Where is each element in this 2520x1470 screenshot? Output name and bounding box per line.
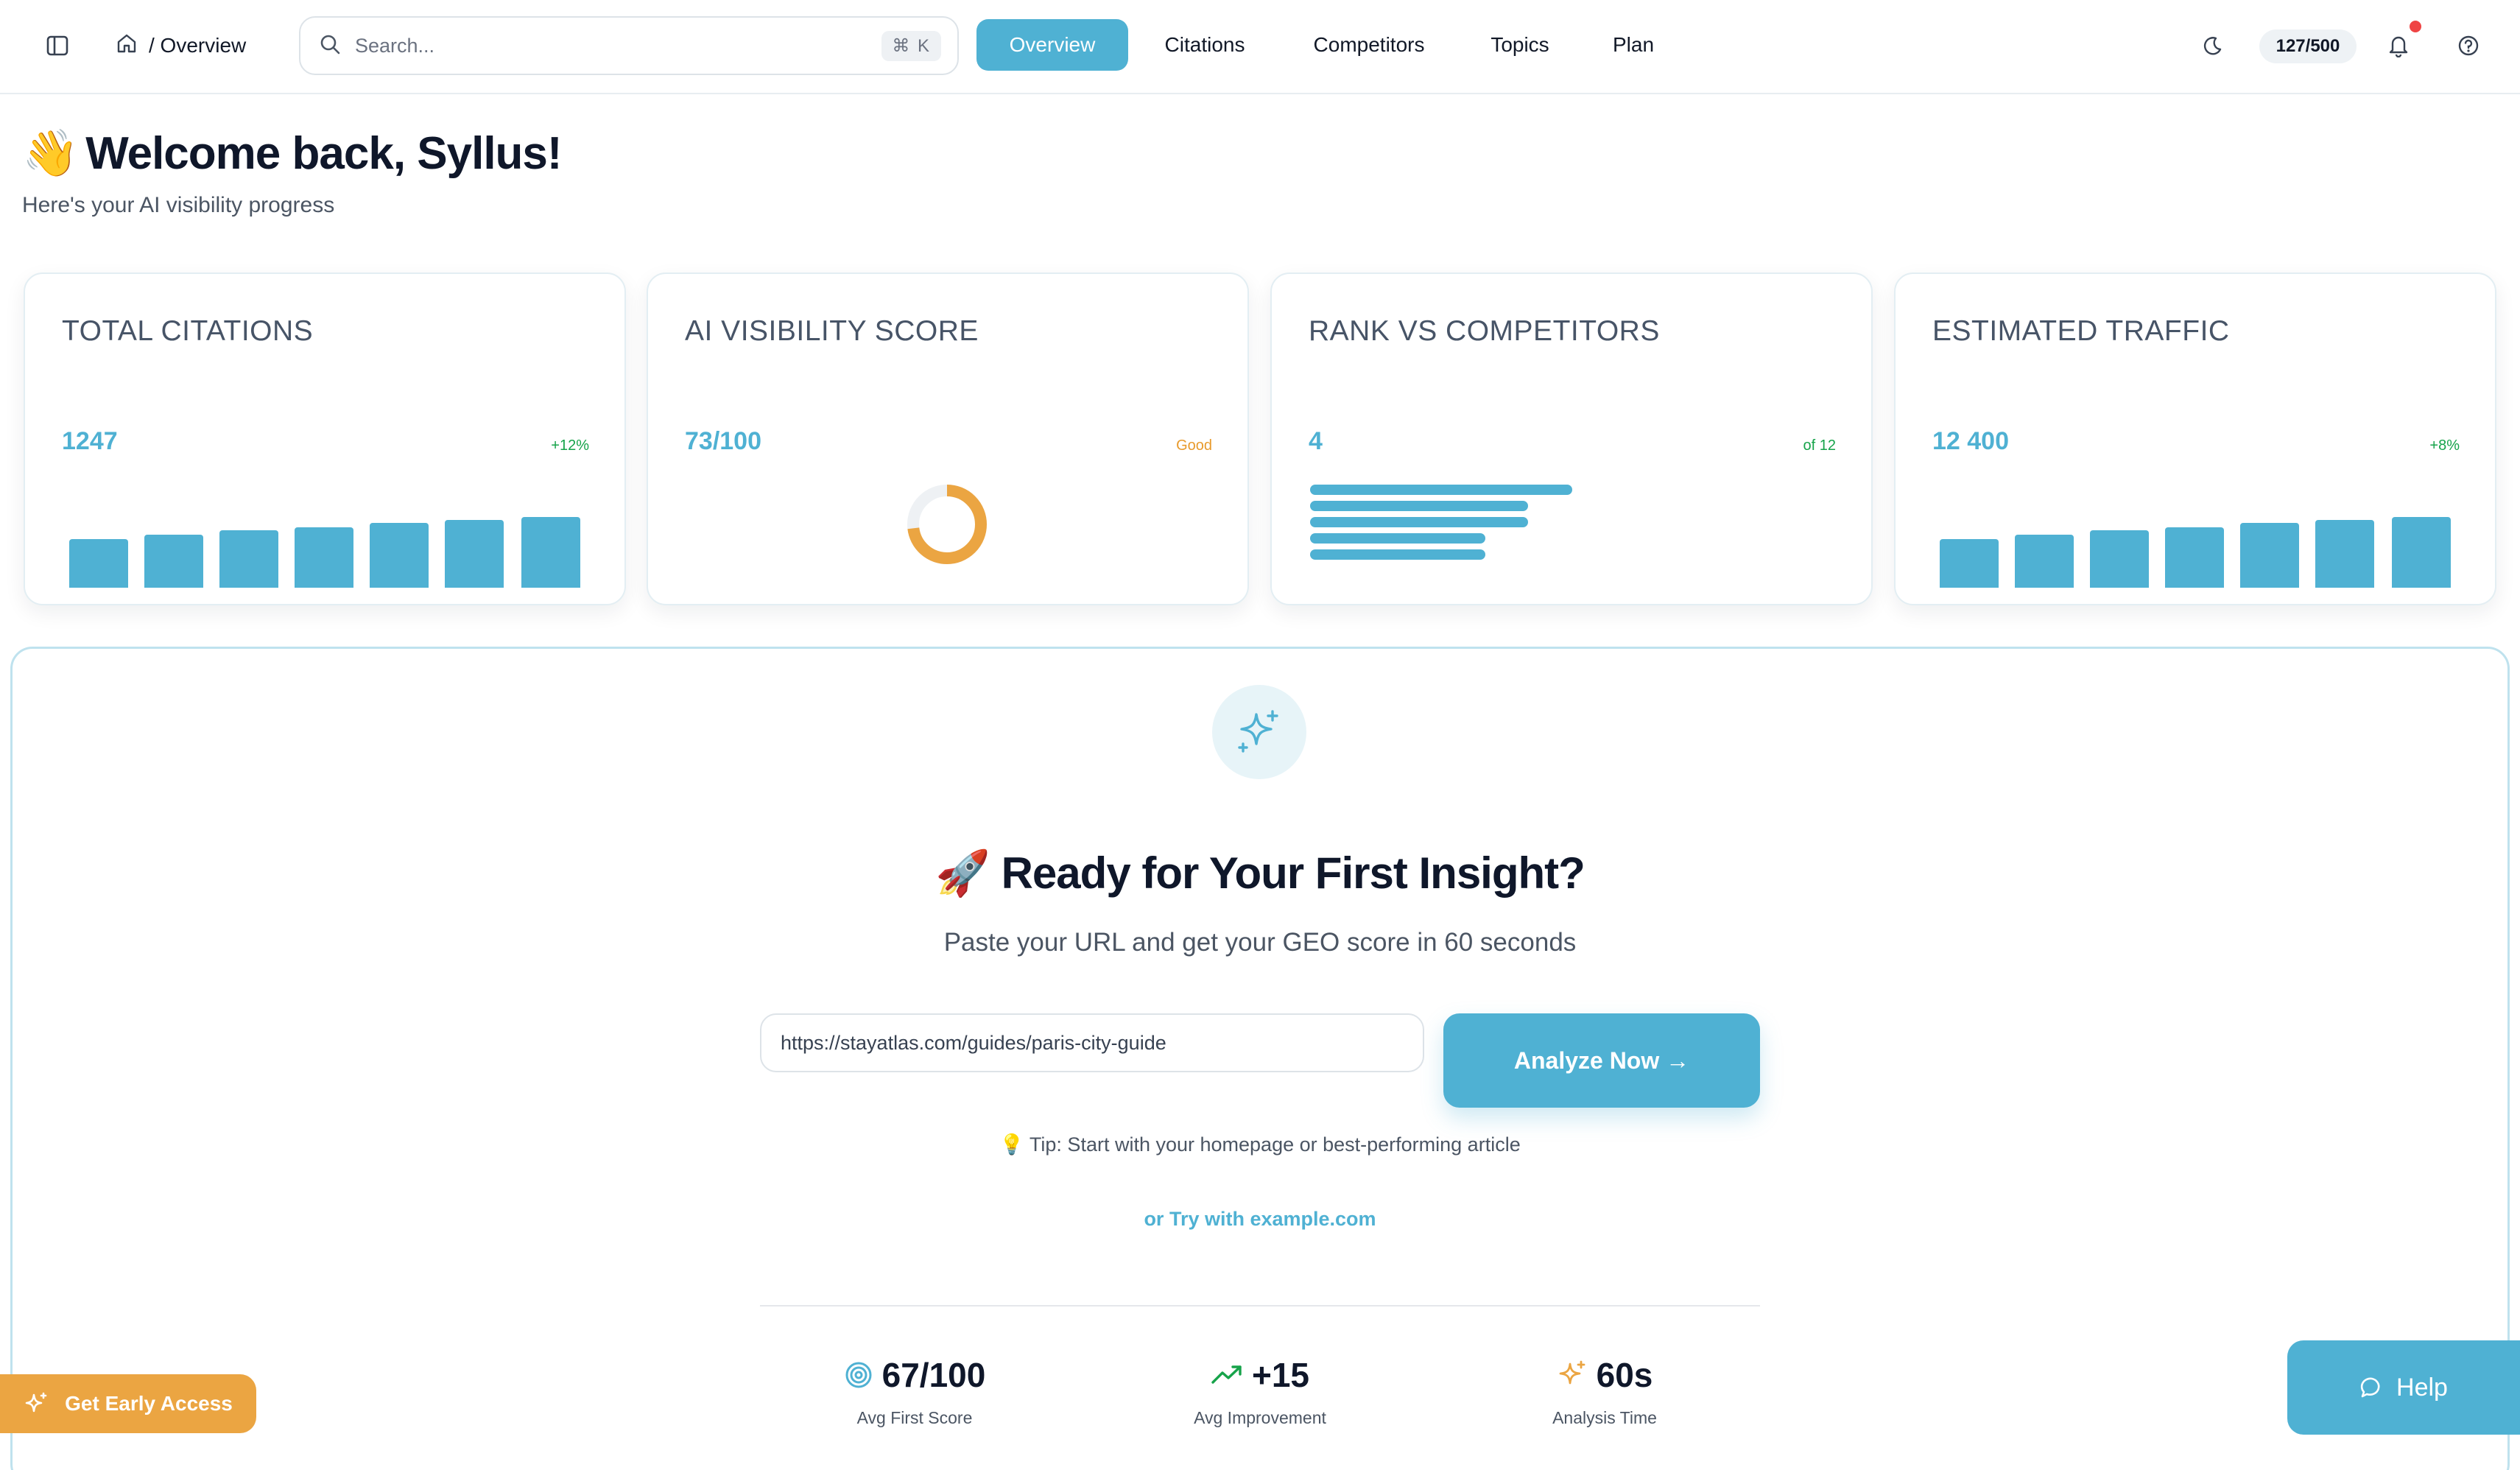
sparkles-icon-badge [1212,685,1306,779]
card-rank-vs-competitors: RANK VS COMPETITORS 4 of 12 [1270,272,1873,605]
target-icon [845,1362,872,1388]
stat-label: Avg Improvement [1194,1408,1326,1427]
stat-analysis-time: 60s Analysis Time [1457,1355,1752,1428]
card-value: 73/100 [685,427,761,455]
stat-label: Avg First Score [856,1408,973,1427]
bar [445,520,504,588]
breadcrumb-label[interactable]: / Overview [149,34,246,57]
rank-bar [1310,517,1528,527]
stat-value: +15 [1251,1356,1310,1394]
sparkles-icon [1559,1360,1585,1385]
tab-topics[interactable]: Topics [1468,19,1572,71]
home-icon[interactable] [115,32,138,60]
bar [370,523,429,588]
help-label: Help [2396,1373,2448,1402]
shortcut-hint: ⌘ K [881,30,941,61]
try-example-container: or Try with example.com [0,1208,2520,1231]
tab-competitors[interactable]: Competitors [1292,19,1446,71]
divider [760,1305,1760,1307]
bar [295,527,353,588]
chat-bubble-icon [2360,1377,2380,1398]
bar [2090,530,2149,588]
usage-quota-badge: 127/500 [2259,29,2357,63]
card-title: TOTAL CITATIONS [62,315,314,347]
analyze-now-button[interactable]: Analyze Now → [1443,1013,1760,1108]
bar [2165,527,2224,588]
bar [521,517,580,588]
bell-icon[interactable] [2383,29,2414,60]
card-badge: Good [1176,437,1212,454]
notification-dot [2410,21,2421,32]
card-badge: +8% [2429,437,2460,454]
tab-citations[interactable]: Citations [1141,19,1268,71]
sidebar-toggle-icon[interactable] [43,31,72,60]
stat-avg-improvement: +15 Avg Improvement [1113,1355,1407,1428]
search-bar[interactable]: Search... ⌘ K [299,16,959,75]
tip-label: Tip: Start with your homepage or best-pe… [1029,1133,1521,1156]
page-title: 👋 Welcome back, Syllus! [22,127,563,180]
card-badge: +12% [551,437,589,454]
rocket-emoji: 🚀 [935,848,990,898]
card-value: 4 [1309,427,1323,455]
bar [2392,517,2451,588]
bar [144,535,203,588]
welcome-title: Welcome back, Syllus! [85,128,562,179]
moon-icon[interactable] [2197,31,2227,60]
help-button[interactable]: Help [2287,1340,2520,1435]
top-bar: / Overview Search... ⌘ K Overview Citati… [0,0,2520,94]
card-total-citations: TOTAL CITATIONS 1247 +12% [24,272,626,605]
tip-text: 💡 Tip: Start with your homepage or best-… [0,1133,2520,1156]
tab-overview[interactable]: Overview [976,19,1128,71]
card-title: AI VISIBILITY SCORE [685,315,979,347]
try-example-link[interactable]: or Try with example.com [1144,1208,1376,1230]
mini-bar-chart [69,488,614,588]
bar [69,539,128,588]
cta-heading: 🚀 Ready for Your First Insight? [0,847,2520,899]
bar [219,530,278,588]
stat-label: Analysis Time [1552,1408,1657,1427]
mini-bar-chart [1940,488,2485,588]
rank-bar [1310,549,1485,560]
bar [1940,539,1999,588]
card-title: RANK VS COMPETITORS [1309,315,1660,347]
card-value: 12 400 [1932,427,2009,455]
trending-up-icon [1211,1365,1242,1384]
search-input[interactable]: Search... [355,35,868,57]
card-ai-visibility-score: AI VISIBILITY SCORE 73/100 Good [647,272,1249,605]
score-donut [907,485,987,564]
rank-bar [1310,485,1572,495]
bar [2240,523,2299,588]
early-access-label: Get Early Access [65,1392,233,1415]
card-value: 1247 [62,427,118,455]
card-title: ESTIMATED TRAFFIC [1932,315,2230,347]
cta-subtitle: Paste your URL and get your GEO score in… [943,928,1577,957]
page-subtitle: Here's your AI visibility progress [22,193,335,217]
bar [2015,535,2074,588]
sparkles-icon [1238,710,1278,753]
rank-bar [1310,533,1485,544]
get-early-access-button[interactable]: Get Early Access [0,1374,256,1433]
sparkles-icon [25,1392,47,1413]
card-badge: of 12 [1803,437,1836,454]
help-circle-icon[interactable] [2454,31,2483,60]
tab-plan[interactable]: Plan [1591,19,1676,71]
bar [2315,520,2374,588]
url-input[interactable] [760,1013,1424,1072]
breadcrumb: / Overview [115,29,246,62]
stat-avg-first-score: 67/100 Avg First Score [767,1355,1062,1428]
card-estimated-traffic: ESTIMATED TRAFFIC 12 400 +8% [1894,272,2496,605]
lightbulb-emoji: 💡 [999,1133,1024,1156]
wave-emoji: 👋 [22,128,79,179]
cta-title-text: Ready for Your First Insight? [1001,848,1585,898]
stat-value: 60s [1596,1356,1653,1394]
search-icon [318,32,342,60]
rank-bar [1310,501,1528,511]
stat-value: 67/100 [881,1356,986,1394]
